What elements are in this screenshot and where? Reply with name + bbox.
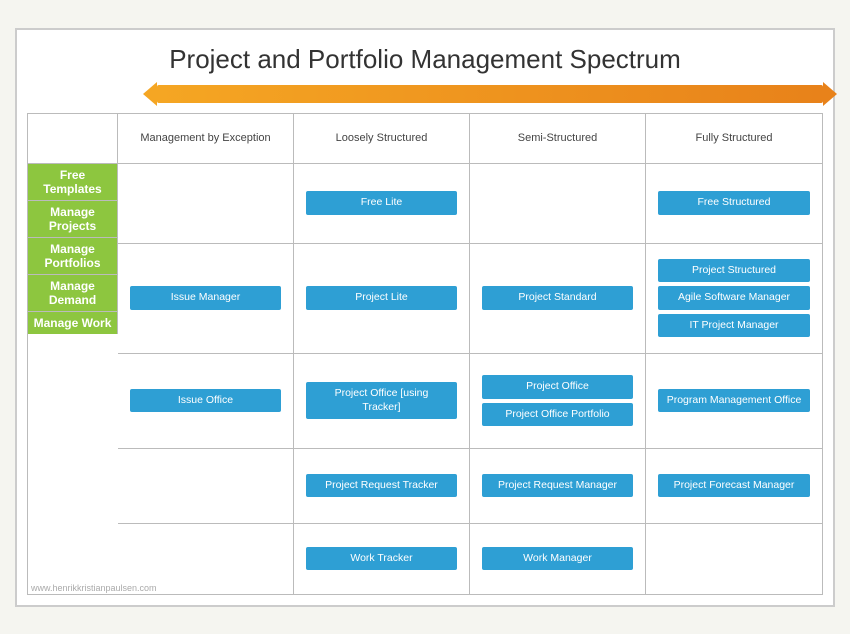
col-header-1: Loosely Structured	[294, 114, 470, 163]
grid-cell-2-3: Program Management Office	[646, 354, 822, 448]
col-header-3: Fully Structured	[646, 114, 822, 163]
btn-3-2-0[interactable]: Project Request Manager	[482, 474, 632, 498]
btn-2-2-0[interactable]: Project Office	[482, 375, 632, 399]
grid-cell-0-3: Free Structured	[646, 164, 822, 243]
row-label-1: Manage Projects	[28, 201, 118, 238]
row-labels: Free TemplatesManage ProjectsManage Port…	[28, 114, 118, 594]
grid-cell-4-1: Work Tracker	[294, 524, 470, 594]
grid-row-1: Issue Manager Project Lite Project Standar…	[118, 244, 822, 354]
col-header-2: Semi-Structured	[470, 114, 646, 163]
grid-cell-1-3: Project Structured Agile Software Manager…	[646, 244, 822, 353]
row-label-3: Manage Demand	[28, 275, 118, 312]
grid-cell-2-2: Project Office Project Office Portfolio	[470, 354, 646, 448]
btn-1-3-1[interactable]: Agile Software Manager	[658, 286, 809, 310]
btn-2-1-0[interactable]: Project Office [using Tracker]	[306, 382, 456, 419]
btn-0-3-0[interactable]: Free Structured	[658, 191, 809, 215]
grid-content: Management by ExceptionLoosely Structure…	[118, 114, 822, 594]
row-label-2: Manage Portfolios	[28, 238, 118, 275]
grid-cell-4-3	[646, 524, 822, 594]
watermark: www.henrikkristianpaulsen.com	[31, 583, 157, 593]
grid-cell-4-2: Work Manager	[470, 524, 646, 594]
btn-4-1-0[interactable]: Work Tracker	[306, 547, 456, 571]
btn-1-1-0[interactable]: Project Lite	[306, 286, 456, 310]
chart-title: Project and Portfolio Management Spectru…	[27, 40, 823, 75]
btn-4-2-0[interactable]: Work Manager	[482, 547, 632, 571]
grid-cell-3-1: Project Request Tracker	[294, 449, 470, 523]
grid-row-2: Issue Office Project Office [using Tracke…	[118, 354, 822, 449]
btn-2-2-1[interactable]: Project Office Portfolio	[482, 403, 632, 427]
grid-wrapper: Free TemplatesManage ProjectsManage Port…	[27, 113, 823, 595]
btn-0-1-0[interactable]: Free Lite	[306, 191, 456, 215]
spectrum-arrow	[157, 85, 823, 103]
grid-cell-0-2	[470, 164, 646, 243]
grid-cell-2-1: Project Office [using Tracker]	[294, 354, 470, 448]
grid-cell-3-2: Project Request Manager	[470, 449, 646, 523]
btn-1-3-0[interactable]: Project Structured	[658, 259, 809, 283]
grid-cell-1-0: Issue Manager	[118, 244, 294, 353]
grid-cell-0-0	[118, 164, 294, 243]
row-label-4: Manage Work	[28, 312, 118, 334]
grid-cell-2-0: Issue Office	[118, 354, 294, 448]
btn-1-3-2[interactable]: IT Project Manager	[658, 314, 809, 338]
btn-1-0-0[interactable]: Issue Manager	[130, 286, 280, 310]
col-header-0: Management by Exception	[118, 114, 294, 163]
grid-cell-3-0	[118, 449, 294, 523]
arrow-wrapper	[27, 79, 823, 109]
main-container: Project and Portfolio Management Spectru…	[15, 28, 835, 607]
btn-3-3-0[interactable]: Project Forecast Manager	[658, 474, 809, 498]
btn-3-1-0[interactable]: Project Request Tracker	[306, 474, 456, 498]
btn-2-3-0[interactable]: Program Management Office	[658, 389, 809, 413]
btn-2-0-0[interactable]: Issue Office	[130, 389, 280, 413]
grid-cell-1-2: Project Standard	[470, 244, 646, 353]
grid-cell-1-1: Project Lite	[294, 244, 470, 353]
grid-row-0: Free Lite Free Structured	[118, 164, 822, 244]
grid-row-3: Project Request Tracker Project Request M…	[118, 449, 822, 524]
row-label-0: Free Templates	[28, 164, 118, 201]
row-label-header	[28, 114, 118, 164]
btn-1-2-0[interactable]: Project Standard	[482, 286, 632, 310]
grid-cell-3-3: Project Forecast Manager	[646, 449, 822, 523]
grid-row-4: Work Tracker Work Manager	[118, 524, 822, 594]
grid-cell-0-1: Free Lite	[294, 164, 470, 243]
col-headers: Management by ExceptionLoosely Structure…	[118, 114, 822, 164]
